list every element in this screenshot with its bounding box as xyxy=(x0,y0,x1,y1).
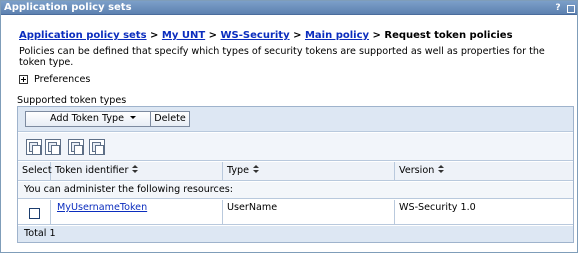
breadcrumb-separator: > xyxy=(372,30,381,41)
sort-icon[interactable] xyxy=(132,165,139,174)
column-header-version[interactable]: Version xyxy=(395,162,573,181)
column-header-label: Token identifier xyxy=(55,165,129,176)
preferences-label[interactable]: Preferences xyxy=(34,74,90,85)
section-label: Supported token types xyxy=(17,95,127,106)
add-token-type-button[interactable]: Add Token Type xyxy=(25,111,161,127)
breadcrumb-current: Request token policies xyxy=(384,30,513,41)
breadcrumb-link-application-policy-sets[interactable]: Application policy sets xyxy=(19,30,147,41)
button-toolbar: Add Token Type Delete xyxy=(18,107,573,132)
column-header-select: Select xyxy=(18,162,52,181)
help-icon[interactable]: ? xyxy=(553,3,563,13)
breadcrumb-link-main-policy[interactable]: Main policy xyxy=(305,30,369,41)
delete-button[interactable]: Delete xyxy=(150,111,190,127)
portlet-titlebar: Application policy sets ? xyxy=(1,1,577,15)
show-filter-icon[interactable] xyxy=(68,139,84,155)
expand-plus-icon[interactable] xyxy=(19,75,28,84)
clear-filter-icon[interactable] xyxy=(89,139,105,155)
breadcrumb: Application policy sets > My UNT > WS-Se… xyxy=(19,30,513,41)
table-row: MyUsernameToken UserName WS-Security 1.0 xyxy=(18,200,573,225)
column-header-token-identifier[interactable]: Token identifier xyxy=(51,162,223,181)
portlet-panel: Application policy sets ? Application po… xyxy=(0,0,578,253)
token-types-table: Add Token Type Delete Select Token ident… xyxy=(17,106,574,243)
version-cell: WS-Security 1.0 xyxy=(399,202,476,213)
breadcrumb-link-my-unt[interactable]: My UNT xyxy=(162,30,205,41)
type-cell: UserName xyxy=(223,200,395,225)
add-token-type-label: Add Token Type xyxy=(49,113,124,124)
token-identifier-link[interactable]: MyUsernameToken xyxy=(57,202,147,213)
page-description: Policies can be defined that specify whi… xyxy=(19,46,545,68)
deselect-all-icon[interactable] xyxy=(45,139,61,155)
resource-note: You can administer the following resourc… xyxy=(18,182,573,199)
sort-icon[interactable] xyxy=(438,165,445,174)
breadcrumb-separator: > xyxy=(293,30,302,41)
column-header-type[interactable]: Type xyxy=(223,162,395,181)
breadcrumb-separator: > xyxy=(208,30,218,41)
row-select-cell xyxy=(18,200,51,225)
column-header-label: Type xyxy=(227,165,250,176)
breadcrumb-link-ws-security[interactable]: WS-Security xyxy=(221,30,290,41)
table-total: Total 1 xyxy=(18,226,573,242)
token-identifier-cell: MyUsernameToken xyxy=(51,200,223,225)
table-header: Select Token identifier Type Version xyxy=(18,162,573,181)
select-all-icon[interactable] xyxy=(26,139,42,155)
row-select-checkbox[interactable] xyxy=(29,208,40,219)
portlet-title: Application policy sets xyxy=(4,2,132,13)
sort-icon[interactable] xyxy=(253,165,260,174)
breadcrumb-separator: > xyxy=(150,30,159,41)
dropdown-caret-icon xyxy=(130,116,136,119)
table-icon-toolbar xyxy=(18,133,573,161)
minimize-icon[interactable] xyxy=(565,3,575,13)
column-header-label: Version xyxy=(399,165,435,176)
